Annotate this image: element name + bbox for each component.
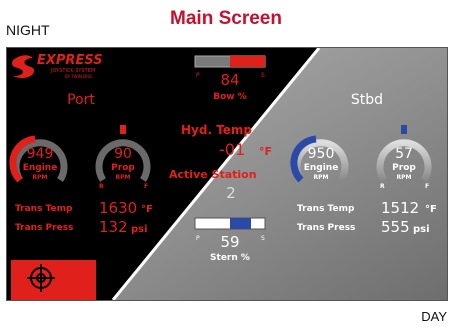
- hyd-temp-value: -01: [219, 140, 245, 159]
- page-title: Main Screen: [170, 8, 282, 29]
- stbd-trans-temp-label: Trans Temp: [297, 204, 355, 214]
- stern-port-mark: P: [196, 235, 200, 242]
- stbd-prop-reverse-mark: R: [380, 183, 385, 190]
- stbd-prop-forward-mark: F: [425, 183, 429, 190]
- hyd-temp-label: Hyd. Temp: [181, 123, 252, 137]
- stbd-trans-press-unit: psi: [413, 224, 430, 235]
- day-mode-label: DAY: [421, 309, 447, 324]
- active-station-label: Active Station: [169, 168, 257, 181]
- port-trans-press-unit: psi: [131, 224, 148, 235]
- hyd-temp-unit: °F: [259, 145, 272, 158]
- port-engine-value: 949: [27, 146, 54, 162]
- stbd-engine-value: 950: [308, 146, 335, 162]
- port-trans-temp-unit: °F: [141, 204, 153, 215]
- stbd-label: Stbd: [351, 92, 383, 108]
- port-trans-temp-value: 1630: [99, 199, 137, 217]
- port-prop-value: 90: [114, 146, 132, 162]
- stern-label: Stern %: [210, 253, 250, 263]
- brand-by: BY TWIN DISC: [65, 74, 93, 79]
- stbd-engine-label: Engine: [304, 163, 339, 173]
- stbd-trans-temp-unit: °F: [425, 204, 437, 215]
- joystick-display: EXPRESS JOYSTICK SYSTEM BY TWIN DISC Por…: [6, 47, 448, 301]
- port-label: Port: [67, 92, 95, 108]
- target-button[interactable]: [11, 260, 96, 300]
- port-prop-label: Prop: [111, 163, 135, 173]
- bow-port-mark: P: [196, 72, 200, 79]
- bow-stbd-mark: S: [261, 72, 265, 79]
- port-engine-unit: RPM: [33, 174, 48, 181]
- port-prop-forward-mark: F: [144, 183, 148, 190]
- port-prop-reverse-mark: R: [99, 183, 104, 190]
- bow-label: Bow %: [213, 92, 247, 102]
- active-station-value: 2: [226, 184, 236, 202]
- stbd-prop-label: Prop: [392, 163, 416, 173]
- stbd-prop-unit: RPM: [397, 174, 412, 181]
- stbd-engine-unit: RPM: [314, 174, 329, 181]
- stern-stbd-mark: S: [261, 235, 265, 242]
- port-prop-unit: RPM: [116, 174, 131, 181]
- port-engine-label: Engine: [23, 163, 58, 173]
- stbd-prop-value: 57: [395, 146, 413, 162]
- port-trans-temp-label: Trans Temp: [15, 204, 73, 214]
- port-trans-press-value: 132: [99, 218, 128, 236]
- port-trans-press-label: Trans Press: [15, 223, 73, 233]
- stern-value: 59: [220, 233, 239, 251]
- stbd-trans-press-value: 555: [381, 218, 410, 236]
- stbd-trans-press-label: Trans Press: [297, 223, 355, 233]
- brand-name: EXPRESS: [37, 53, 103, 68]
- bow-value: 84: [220, 71, 239, 89]
- stbd-trans-temp-value: 1512: [381, 199, 419, 217]
